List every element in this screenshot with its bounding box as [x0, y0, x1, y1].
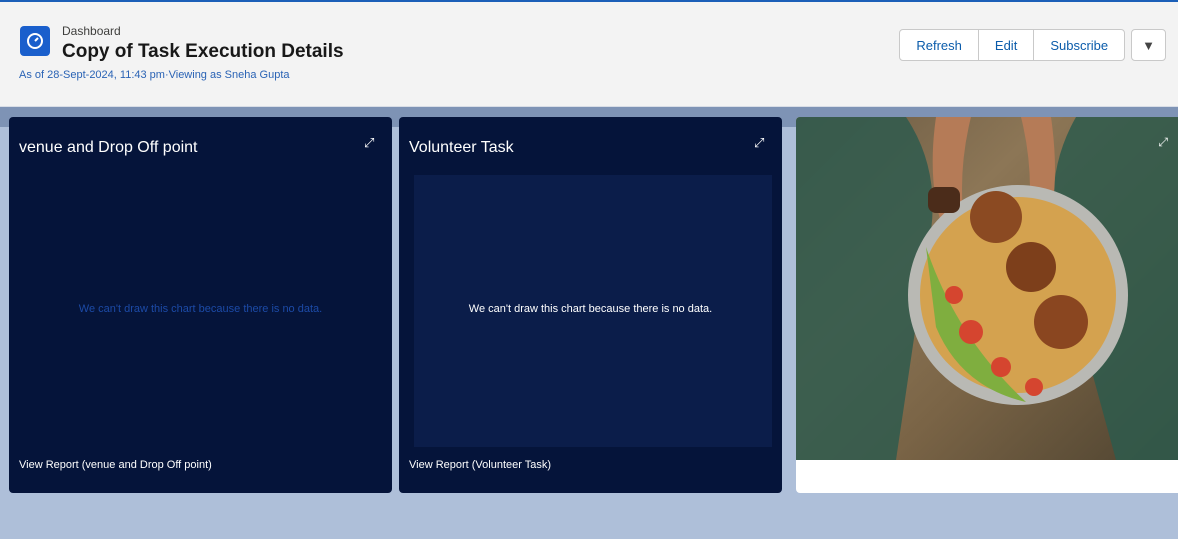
- no-data-message: We can't draw this chart because there i…: [468, 303, 713, 315]
- view-report-link[interactable]: View Report (Volunteer Task): [409, 459, 551, 471]
- dashboard-header: Dashboard Copy of Task Execution Details…: [0, 2, 1178, 107]
- expand-icon[interactable]: ⤢: [754, 135, 768, 150]
- page-title: Copy of Task Execution Details: [62, 41, 344, 62]
- panel-title: Volunteer Task: [409, 139, 514, 156]
- food-bowl-photo: [796, 117, 1178, 460]
- expand-icon[interactable]: ⤢: [364, 135, 378, 150]
- dashboard-icon: [20, 26, 50, 56]
- chevron-down-icon: ▼: [1142, 37, 1155, 53]
- panel-title: venue and Drop Off point: [19, 139, 198, 156]
- breadcrumb: Dashboard: [62, 24, 121, 38]
- no-data-message: We can't draw this chart because there i…: [78, 303, 323, 315]
- image-panel: ⤢: [796, 117, 1178, 493]
- refresh-button[interactable]: Refresh: [899, 29, 979, 61]
- view-report-link[interactable]: View Report (venue and Drop Off point): [19, 459, 212, 471]
- dashboard-subtitle: As of 28-Sept-2024, 11:43 pm·Viewing as …: [19, 69, 290, 81]
- panel-volunteer-task: Volunteer Task ⤢ We can't draw this char…: [399, 117, 782, 493]
- expand-icon[interactable]: ⤢: [1158, 135, 1168, 150]
- panel-venue-drop-off: venue and Drop Off point ⤢ We can't draw…: [9, 117, 392, 493]
- subscribe-button[interactable]: Subscribe: [1033, 29, 1126, 61]
- more-actions-dropdown[interactable]: ▼: [1131, 29, 1166, 61]
- edit-button[interactable]: Edit: [977, 29, 1035, 61]
- header-actions: Refresh Edit Subscribe ▼: [899, 29, 1166, 61]
